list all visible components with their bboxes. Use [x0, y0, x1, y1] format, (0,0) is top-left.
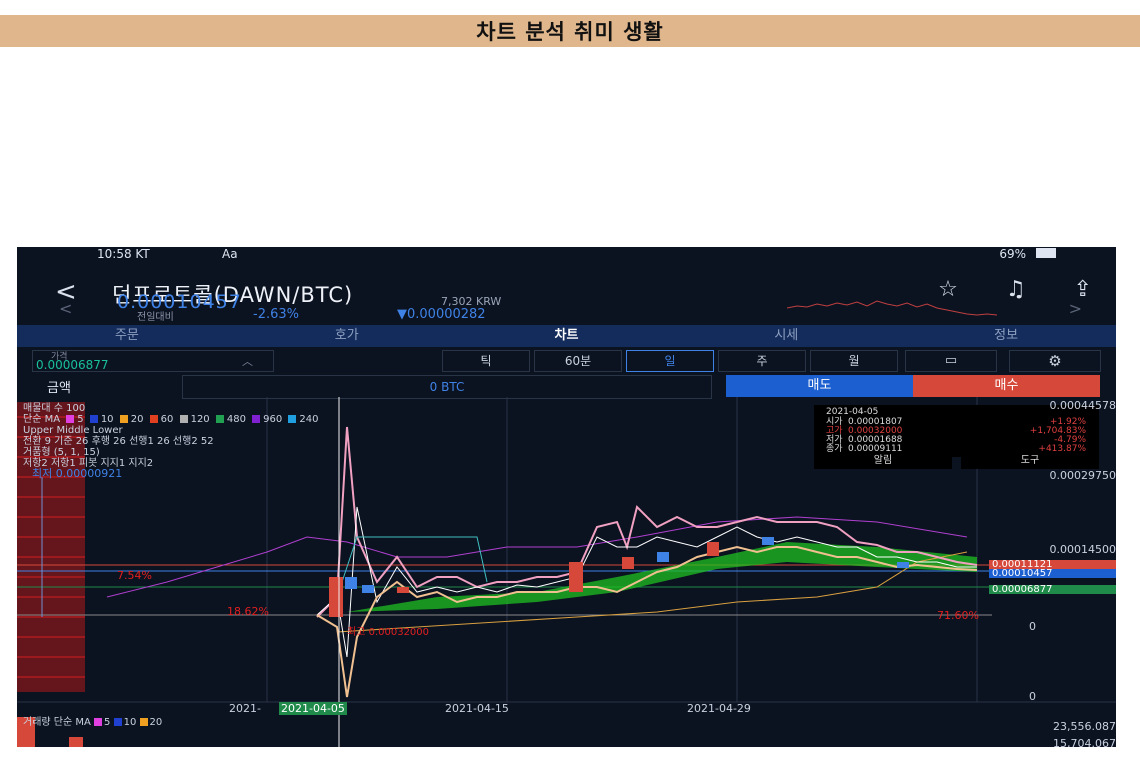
- ma10-swatch: [89, 415, 98, 423]
- vol-ma5-label: 5: [104, 717, 111, 728]
- volume-legend: 거래량 단순 MA 5 10 20: [23, 713, 162, 728]
- ma60-label: 60: [160, 414, 174, 425]
- price-chart[interactable]: 매물대 수 100 단순 MA 5 10 20 60 120 480 960 2…: [17, 397, 1116, 747]
- ma10-label: 10: [100, 414, 114, 425]
- x-axis-label: 2021-04-15: [445, 702, 509, 715]
- tab-bar: 주문 호가 차트 시세 정보: [17, 325, 1116, 347]
- ma240-label: 240: [299, 414, 319, 425]
- page-banner: 차트 분석 취미 생활: [0, 15, 1140, 47]
- legend-ma-label: 단순 MA: [23, 414, 61, 425]
- vol-ma5-swatch: [94, 718, 103, 726]
- tab-orderbook[interactable]: 호가: [237, 325, 457, 347]
- ma240-swatch: [288, 415, 297, 423]
- amount-label: 금액: [47, 381, 71, 396]
- banner-title: 차트 분석 취미 생활: [476, 20, 664, 44]
- next-market-icon[interactable]: >: [1069, 299, 1082, 318]
- ma5-swatch: [66, 415, 75, 423]
- x-axis-label: 2021-04-29: [687, 702, 751, 715]
- info-date: 2021-04-05: [826, 407, 879, 417]
- ma60-swatch: [149, 415, 158, 423]
- tab-info[interactable]: 정보: [896, 325, 1116, 347]
- volume-axis-label: 15,704.067: [1053, 737, 1116, 747]
- status-time: 10:58 KT: [97, 247, 150, 261]
- y-axis-label: 0.00014500: [1049, 543, 1116, 556]
- vol-ma10-label: 10: [123, 717, 137, 728]
- vol-ma20-swatch: [139, 718, 148, 726]
- volume-label: 거래량 단순 MA: [23, 717, 91, 728]
- price-tag-current: 0.00010457: [989, 569, 1116, 579]
- price-tag-low: 0.00006877: [989, 585, 1116, 595]
- change-absolute: ▼0.00000282: [397, 307, 486, 322]
- prev-market-icon[interactable]: <: [59, 299, 72, 318]
- amount-input[interactable]: 0 BTC: [182, 375, 712, 399]
- price-field[interactable]: 가격 0.00006877 ︿: [32, 350, 274, 372]
- tab-chart[interactable]: 차트: [457, 325, 677, 347]
- y-axis-label: 0: [1029, 620, 1036, 633]
- legend-ma: 단순 MA 5 10 20 60 120 480 960 240: [23, 414, 322, 425]
- ma960-swatch: [252, 415, 261, 423]
- volume-axis-label: 23,556.087: [1053, 720, 1116, 733]
- current-price: 0.00010457: [117, 291, 242, 313]
- battery-icon: [1036, 248, 1056, 258]
- chart-legend: 매물대 수 100 단순 MA 5 10 20 60 120 480 960 2…: [23, 403, 322, 469]
- battery-level: 69%: [999, 247, 1026, 261]
- legend-volume-profile: 매물대 수 100: [23, 403, 86, 414]
- chevron-up-icon[interactable]: ︿: [242, 353, 253, 369]
- timeframe-week[interactable]: 주: [718, 350, 806, 372]
- legend-bollinger: Upper Middle Lower: [23, 425, 123, 436]
- alert-button[interactable]: 알림: [814, 453, 952, 469]
- ma120-swatch: [179, 415, 188, 423]
- x-axis-selected-label: 2021-04-05: [279, 702, 347, 715]
- vol-ma20-label: 20: [149, 717, 163, 728]
- x-axis-label: 2021-: [229, 702, 261, 715]
- timeframe-month[interactable]: 월: [810, 350, 898, 372]
- annotation-high: 최고 0.00032000: [347, 627, 430, 638]
- ma120-label: 120: [190, 414, 210, 425]
- annotation-low: 최저 0.00000921: [32, 467, 123, 480]
- gear-icon[interactable]: ⚙: [1009, 350, 1101, 372]
- y-axis-label: 0.00044578: [1049, 399, 1116, 412]
- ma5-label: 5: [77, 414, 84, 425]
- ma480-label: 480: [226, 414, 246, 425]
- y-axis-label: 0: [1029, 690, 1036, 703]
- status-bar: 10:58 KT Aa 69%: [17, 247, 1116, 263]
- candle-info-panel: 2021-04-05 시가 0.00001807 +1.92% 고가 0.000320…: [814, 405, 1099, 457]
- sell-button[interactable]: 매도: [726, 375, 913, 397]
- fullscreen-icon[interactable]: ▭: [905, 350, 997, 372]
- annotation-pct3: 71.60%: [937, 609, 979, 622]
- ma960-label: 960: [263, 414, 283, 425]
- buy-button[interactable]: 매수: [913, 375, 1100, 397]
- sparkline: [787, 300, 998, 316]
- timeframe-60min[interactable]: 60분: [534, 350, 622, 372]
- phone-screenshot: 10:58 KT Aa 69% < 던프로토콜(DAWN/BTC) ☆ ♫ ⇪ …: [17, 247, 1116, 747]
- ma20-swatch: [119, 415, 128, 423]
- legend-ichimoku: 전환 9 기준 26 후행 26 선행1 26 선행2 52: [23, 436, 214, 447]
- timeframe-day[interactable]: 일: [626, 350, 714, 372]
- annotation-pct2: 18.62%: [227, 605, 269, 618]
- price-value: 0.00006877: [36, 358, 109, 372]
- tab-order[interactable]: 주문: [17, 325, 237, 347]
- order-bar: 금액 0 BTC 매도 매수: [17, 375, 1116, 399]
- y-axis-label: 0.00029750: [1049, 469, 1116, 482]
- tool-button[interactable]: 도구: [961, 453, 1099, 469]
- ma20-label: 20: [130, 414, 144, 425]
- chart-controls: 가격 0.00006877 ︿ 틱 60분 일 주 월 ▭ ⚙: [17, 350, 1116, 372]
- change-percent: -2.63%: [253, 307, 299, 322]
- timeframe-group: 틱 60분 일 주 월: [442, 350, 898, 372]
- tab-quote[interactable]: 시세: [676, 325, 896, 347]
- ma480-swatch: [215, 415, 224, 423]
- status-extra: Aa: [222, 247, 238, 261]
- vol-ma10-swatch: [113, 718, 122, 726]
- legend-bubble: 거품형 (5, 1, 15): [23, 447, 100, 458]
- change-label: 전일대비: [137, 312, 174, 323]
- timeframe-tick[interactable]: 틱: [442, 350, 530, 372]
- annotation-pct1: 7.54%: [117, 569, 152, 582]
